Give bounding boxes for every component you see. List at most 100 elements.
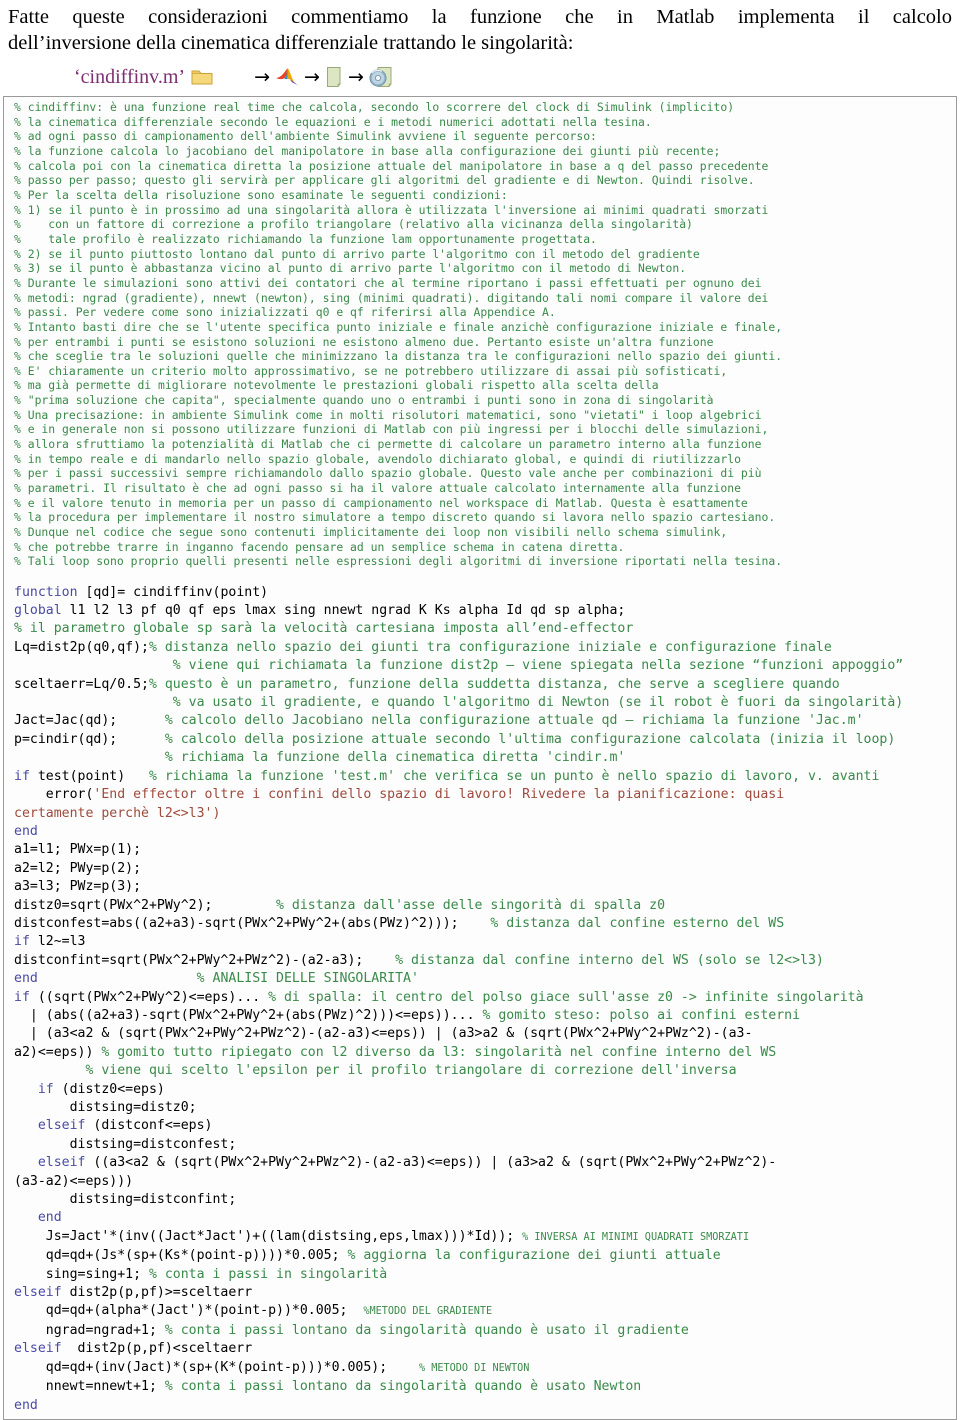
code-comment-line: % per i passi successivi sempre richiama… bbox=[14, 466, 762, 481]
code-line: distsing=distz0; bbox=[14, 1099, 952, 1117]
code-comment: % il parametro globale sp sarà la veloci… bbox=[14, 621, 634, 637]
code-comment-line: % allora sfruttiamo la potenzialità di M… bbox=[14, 437, 762, 452]
code-line: if ((sqrt(PWx^2+PWy^2)<=eps)... % di spa… bbox=[14, 989, 952, 1007]
code-text: Lq=dist2p(q0,qf); bbox=[14, 639, 149, 655]
code-comment: % calcolo della posizione attuale second… bbox=[164, 731, 896, 747]
code-keyword: elseif bbox=[37, 1118, 86, 1134]
code-text: qd=qd+(alpha*(Jact')*(point-p))*0.005; bbox=[14, 1303, 364, 1319]
code-comment-line: % che potrebbe trarre in inganno facendo… bbox=[14, 539, 625, 554]
code-line: % viene qui scelto l'epsilon per il prof… bbox=[14, 1062, 952, 1080]
code-comment-line: % 1) se il punto è in prossimo ad una si… bbox=[14, 202, 769, 217]
code-text: a1=l1; PWx=p(1); bbox=[14, 842, 142, 858]
code-comment-line: % tale profilo è realizzato richiamando … bbox=[14, 231, 597, 246]
code-text: error( bbox=[14, 787, 94, 803]
code-keyword: elseif bbox=[14, 1341, 62, 1357]
code-comment: % METODO DI NEWTON bbox=[418, 1362, 530, 1374]
intro-line-1: Fatte queste considerazioni commentiamo … bbox=[8, 6, 952, 28]
code-text: nnewt=nnewt+1; bbox=[14, 1379, 165, 1395]
code-line: sceltaerr=Lq/0.5;% questo è un parametro… bbox=[14, 676, 952, 694]
code-comment-line: % Dunque nel codice che segue sono conte… bbox=[14, 525, 728, 540]
code-string: certamente perchè l2<>l3') bbox=[14, 805, 221, 821]
code-comment-line: % e il valore tenuto in memoria per un p… bbox=[14, 495, 748, 510]
arrow-1-icon: → bbox=[254, 65, 271, 88]
code-keyword: elseif bbox=[37, 1155, 86, 1171]
code-line: nnewt=nnewt+1; % conta i passi lontano d… bbox=[14, 1378, 952, 1396]
code-text: distconfint=sqrt(PWx^2+PWy^2+PWz^2)-(a2-… bbox=[14, 952, 396, 968]
code-text: [qd]= cindiffinv(point) bbox=[77, 584, 269, 600]
code-comment: % distanza dal confine esterno del WS bbox=[490, 915, 785, 931]
code-text: | (abs((a2+a3)-sqrt(PWx^2+PWy^2+(abs(PWz… bbox=[14, 1007, 483, 1023]
code-comment-line: % la cinematica differenziale secondo le… bbox=[14, 114, 652, 129]
code-comment-line: % la funzione calcola lo jacobiano del m… bbox=[14, 143, 721, 158]
code-keyword: end bbox=[14, 823, 38, 839]
code-comment: % richiama la funzione 'test.m' che veri… bbox=[148, 768, 880, 784]
code-keyword: end bbox=[14, 1397, 38, 1413]
code-comment-line: % 2) se il punto piuttosto lontano dal p… bbox=[14, 246, 700, 261]
code-line: qd=qd+(Js*(sp+(Ks*(point-p))))*0.005; % … bbox=[14, 1247, 952, 1265]
code-comment: % conta i passi lontano da singolarità q… bbox=[164, 1379, 642, 1395]
code-line: end % ANALISI DELLE SINGOLARITA' bbox=[14, 970, 952, 988]
code-comment: % distanza dal confine interno del WS (s… bbox=[395, 952, 824, 968]
code-line: if (distz0<=eps) bbox=[14, 1081, 952, 1099]
code-line: % va usato il gradiente, e quando l'algo… bbox=[14, 694, 952, 712]
code-comment-line: % per entrambi i punti se esistono soluz… bbox=[14, 334, 714, 349]
code-line: | (a3<a2 & (sqrt(PWx^2+PWy^2+PWz^2)-(a2-… bbox=[14, 1025, 952, 1043]
code-text: a2=l2; PWy=p(2); bbox=[14, 860, 142, 876]
file-icon-chain: ‘cindiffinv.m’ → → → bbox=[0, 61, 960, 93]
code-line: % viene qui richiamata la funzione dist2… bbox=[14, 657, 952, 675]
code-line: ngrad=ngrad+1; % conta i passi lontano d… bbox=[14, 1322, 952, 1340]
code-line: a3=l3; PWz=p(3); bbox=[14, 878, 952, 896]
code-text: ngrad=ngrad+1; bbox=[14, 1322, 165, 1338]
code-text: p=cindir(qd); bbox=[14, 731, 165, 747]
code-line: Lq=dist2p(q0,qf);% distanza nello spazio… bbox=[14, 639, 952, 657]
code-comment: % distanza nello spazio dei giunti tra c… bbox=[148, 639, 832, 655]
code-text: sceltaerr=Lq/0.5; bbox=[14, 676, 149, 692]
code-line: end bbox=[14, 823, 952, 841]
code-line: function [qd]= cindiffinv(point) bbox=[14, 584, 952, 602]
code-keyword: end bbox=[14, 971, 38, 987]
code-comment: % va usato il gradiente, e quando l'algo… bbox=[172, 695, 904, 711]
code-keyword: elseif bbox=[14, 1285, 62, 1301]
code-keyword: if bbox=[14, 934, 30, 950]
code-line: distz0=sqrt(PWx^2+PWy^2); % distanza dal… bbox=[14, 897, 952, 915]
code-comment-line: % 3) se il punto è abbastanza vicino al … bbox=[14, 261, 687, 276]
code-text: Jact=Jac(qd); bbox=[14, 713, 165, 729]
code-comment-line: % calcola poi con la cinematica diretta … bbox=[14, 158, 769, 173]
code-comment-line: % e in generale non si possono utilizzar… bbox=[14, 422, 769, 437]
code-comment-line: % ma già permette di migliorare notevolm… bbox=[14, 378, 659, 393]
code-line: error('End effector oltre i confini dell… bbox=[14, 786, 952, 804]
code-line: qd=qd+(inv(Jact)*(sp+(K*(point-p)))*0.00… bbox=[14, 1359, 952, 1378]
code-comment: % ANALISI DELLE SINGOLARITA' bbox=[196, 971, 419, 987]
code-keyword: global bbox=[14, 603, 62, 619]
code-text: (a3-a2)<=eps))) bbox=[14, 1173, 134, 1189]
code-comment-line: % Tali loop sono proprio quelli presenti… bbox=[14, 554, 783, 569]
code-line: elseif (distconf<=eps) bbox=[14, 1117, 952, 1135]
code-text: qd=qd+(inv(Jact)*(sp+(K*(point-p)))*0.00… bbox=[14, 1359, 419, 1375]
code-comment-line: % che sceglie tra le soluzioni quelle ch… bbox=[14, 349, 783, 364]
code-comment-line: % Per la scelta della risoluzione sono e… bbox=[14, 187, 508, 202]
code-text: ((sqrt(PWx^2+PWy^2)<=eps)... bbox=[29, 989, 269, 1005]
code-text: test(point) bbox=[29, 768, 149, 784]
code-comment: % viene qui richiamata la funzione dist2… bbox=[172, 658, 904, 674]
code-line: % il parametro globale sp sarà la veloci… bbox=[14, 620, 952, 638]
code-text: l2~=l3 bbox=[29, 934, 86, 950]
code-line: distconfest=abs((a2+a3)-sqrt(PWx^2+PWy^2… bbox=[14, 915, 952, 933]
code-comment: % conta i passi lontano da singolarità q… bbox=[164, 1322, 689, 1338]
code-comment: % viene qui scelto l'epsilon per il prof… bbox=[85, 1063, 737, 1079]
code-keyword: if bbox=[14, 989, 30, 1005]
code-line: distsing=distconfest; bbox=[14, 1136, 952, 1154]
code-line: elseif ((a3<a2 & (sqrt(PWx^2+PWy^2+PWz^2… bbox=[14, 1154, 952, 1172]
code-line: end bbox=[14, 1397, 952, 1415]
code-line: % richiama la funzione della cinematica … bbox=[14, 749, 952, 767]
code-comment: % calcolo dello Jacobiano nella configur… bbox=[164, 713, 864, 729]
code-comment: % gomito tutto ripiegato con l2 diverso … bbox=[101, 1044, 777, 1060]
code-comment-line: % passo per passo; questo gli servirà pe… bbox=[14, 173, 755, 188]
code-line: | (abs((a2+a3)-sqrt(PWx^2+PWy^2+(abs(PWz… bbox=[14, 1007, 952, 1025]
code-line: a2=l2; PWy=p(2); bbox=[14, 860, 952, 878]
